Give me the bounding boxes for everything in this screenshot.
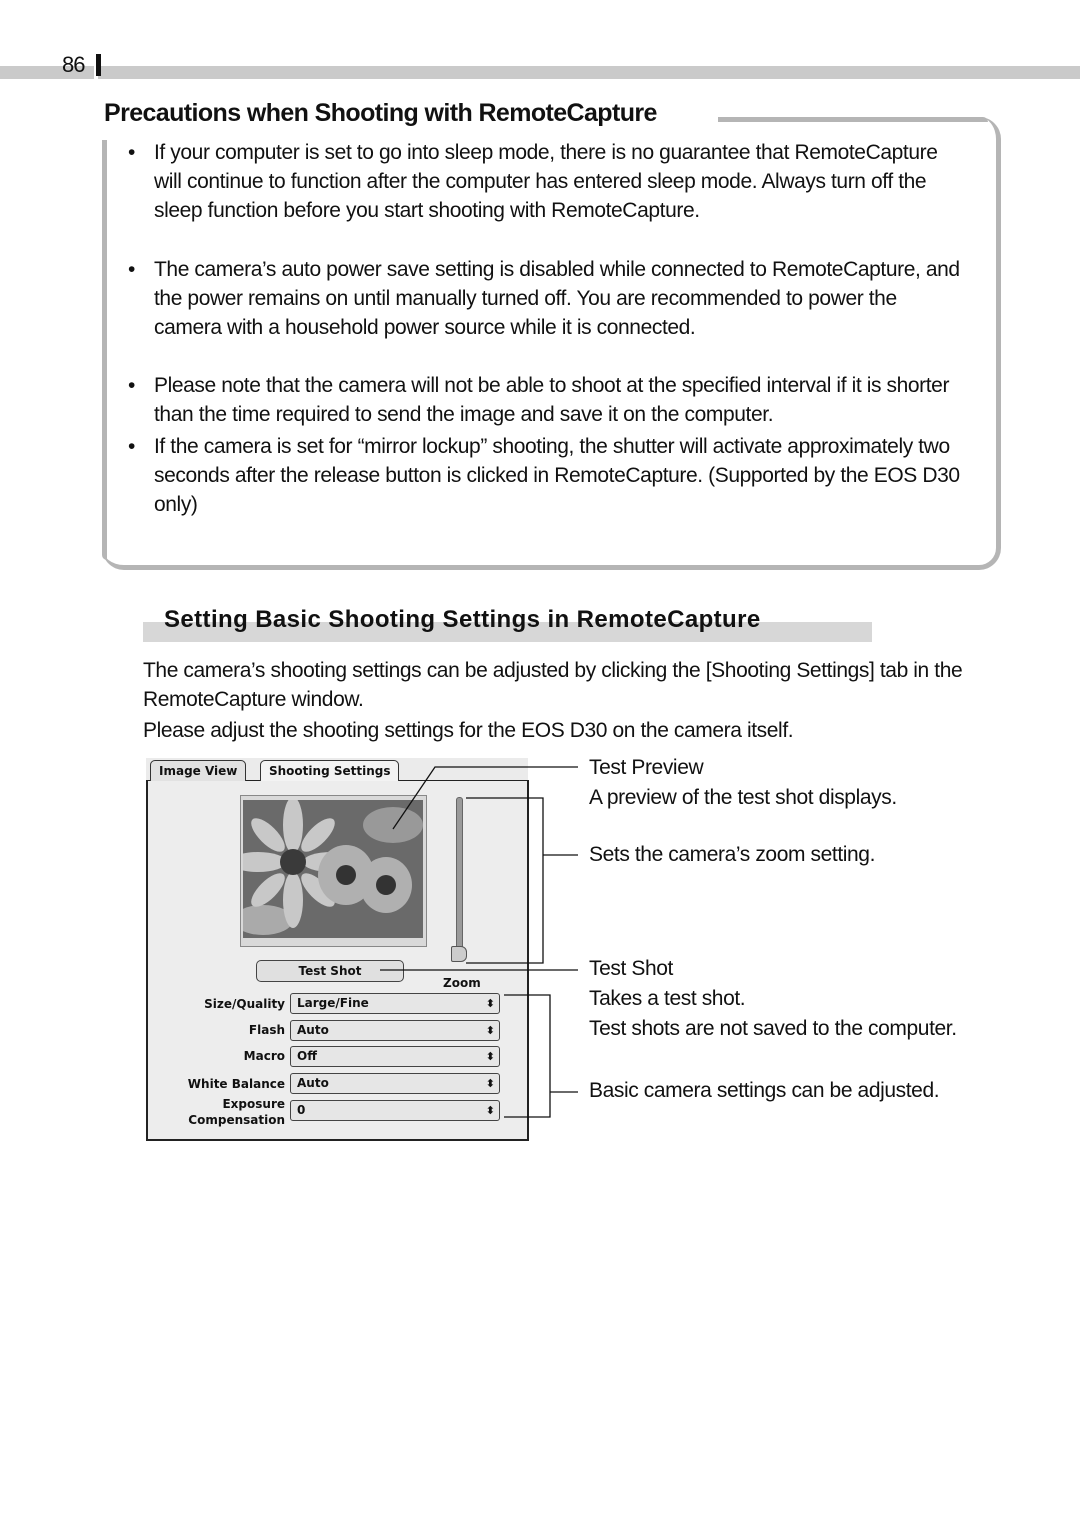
zoom-bracket [466, 797, 544, 964]
callout-test-preview-title: Test Preview [589, 756, 704, 779]
callout-test-shot-desc1: Takes a test shot. [589, 987, 746, 1010]
callout-test-shot-desc2: Test shots are not saved to the computer… [589, 1017, 957, 1040]
callout-zoom-desc: Sets the camera’s zoom setting. [589, 843, 876, 866]
callout-test-preview-desc: A preview of the test shot displays. [589, 786, 897, 809]
callout-settings-desc: Basic camera settings can be adjusted. [589, 1079, 940, 1102]
callout-lines [380, 766, 578, 1118]
settings-bracket [504, 994, 551, 1118]
callout-test-shot-title: Test Shot [589, 957, 673, 980]
